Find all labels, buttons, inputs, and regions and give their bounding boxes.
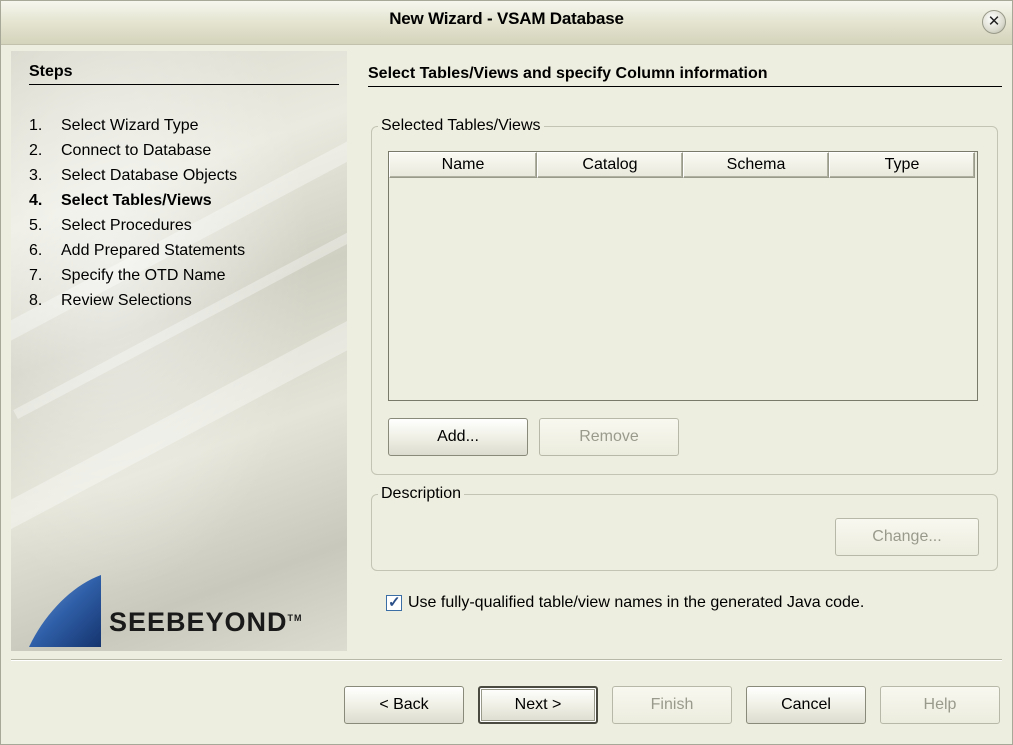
- help-button[interactable]: Help: [880, 686, 1000, 724]
- title-bar[interactable]: New Wizard - VSAM Database ✕: [1, 1, 1012, 45]
- step-item: 6. Add Prepared Statements: [29, 238, 245, 263]
- page-title: Select Tables/Views and specify Column i…: [368, 65, 1002, 87]
- steps-heading: Steps: [29, 63, 339, 85]
- back-button[interactable]: < Back: [344, 686, 464, 724]
- logo-text: SEEBEYONDTM: [109, 607, 303, 637]
- step-item: 2. Connect to Database: [29, 138, 245, 163]
- column-header-name[interactable]: Name: [389, 152, 537, 178]
- step-label: Select Wizard Type: [61, 117, 199, 134]
- fully-qualified-label[interactable]: Use fully-qualified table/view names in …: [408, 594, 864, 612]
- step-item: 8. Review Selections: [29, 288, 245, 313]
- column-header-type[interactable]: Type: [829, 152, 975, 178]
- step-item: 1. Select Wizard Type: [29, 113, 245, 138]
- step-item-active: 4. Select Tables/Views: [29, 188, 245, 213]
- seebeyond-logo: SEEBEYONDTM: [23, 571, 343, 651]
- footer-divider: [11, 659, 1002, 661]
- step-label: Specify the OTD Name: [61, 267, 226, 284]
- step-label: Select Procedures: [61, 217, 192, 234]
- description-legend: Description: [381, 485, 462, 502]
- step-label: Review Selections: [61, 292, 192, 309]
- finish-button[interactable]: Finish: [612, 686, 732, 724]
- selected-tables-legend: Selected Tables/Views: [381, 117, 541, 134]
- column-header-catalog[interactable]: Catalog: [537, 152, 683, 178]
- step-number: 4.: [29, 192, 43, 209]
- step-number: 1.: [29, 117, 43, 134]
- logo-mark-icon: [29, 575, 101, 647]
- add-button[interactable]: Add...: [388, 418, 528, 456]
- steps-panel: Steps 1. Select Wizard Type 2. Connect t…: [11, 51, 347, 651]
- step-label: Connect to Database: [61, 142, 212, 159]
- step-number: 2.: [29, 142, 43, 159]
- wizard-window: New Wizard - VSAM Database ✕ Steps 1. Se…: [0, 0, 1013, 745]
- table-header: Name Catalog Schema Type: [389, 152, 977, 178]
- remove-button[interactable]: Remove: [539, 418, 679, 456]
- step-number: 7.: [29, 267, 43, 284]
- step-number: 5.: [29, 217, 43, 234]
- change-button[interactable]: Change...: [835, 518, 979, 556]
- step-number: 8.: [29, 292, 43, 309]
- back-button-label: < Back: [379, 696, 429, 713]
- background-decoration: [11, 304, 347, 544]
- window-title: New Wizard - VSAM Database: [389, 9, 624, 28]
- step-number: 3.: [29, 167, 43, 184]
- step-item: 7. Specify the OTD Name: [29, 263, 245, 288]
- fully-qualified-checkbox[interactable]: [386, 593, 402, 611]
- step-item: 5. Select Procedures: [29, 213, 245, 238]
- cancel-button[interactable]: Cancel: [746, 686, 866, 724]
- step-label: Select Database Objects: [61, 167, 238, 184]
- step-item: 3. Select Database Objects: [29, 163, 245, 188]
- tables-table[interactable]: Name Catalog Schema Type: [388, 151, 978, 401]
- next-button[interactable]: Next >: [478, 686, 598, 724]
- fully-qualified-option[interactable]: Use fully-qualified table/view names in …: [386, 593, 864, 612]
- step-label: Select Tables/Views: [61, 192, 212, 209]
- step-number: 6.: [29, 242, 43, 259]
- close-icon[interactable]: ✕: [982, 10, 1006, 34]
- step-label: Add Prepared Statements: [61, 242, 246, 259]
- steps-list: 1. Select Wizard Type 2. Connect to Data…: [29, 113, 245, 313]
- column-header-schema[interactable]: Schema: [683, 152, 829, 178]
